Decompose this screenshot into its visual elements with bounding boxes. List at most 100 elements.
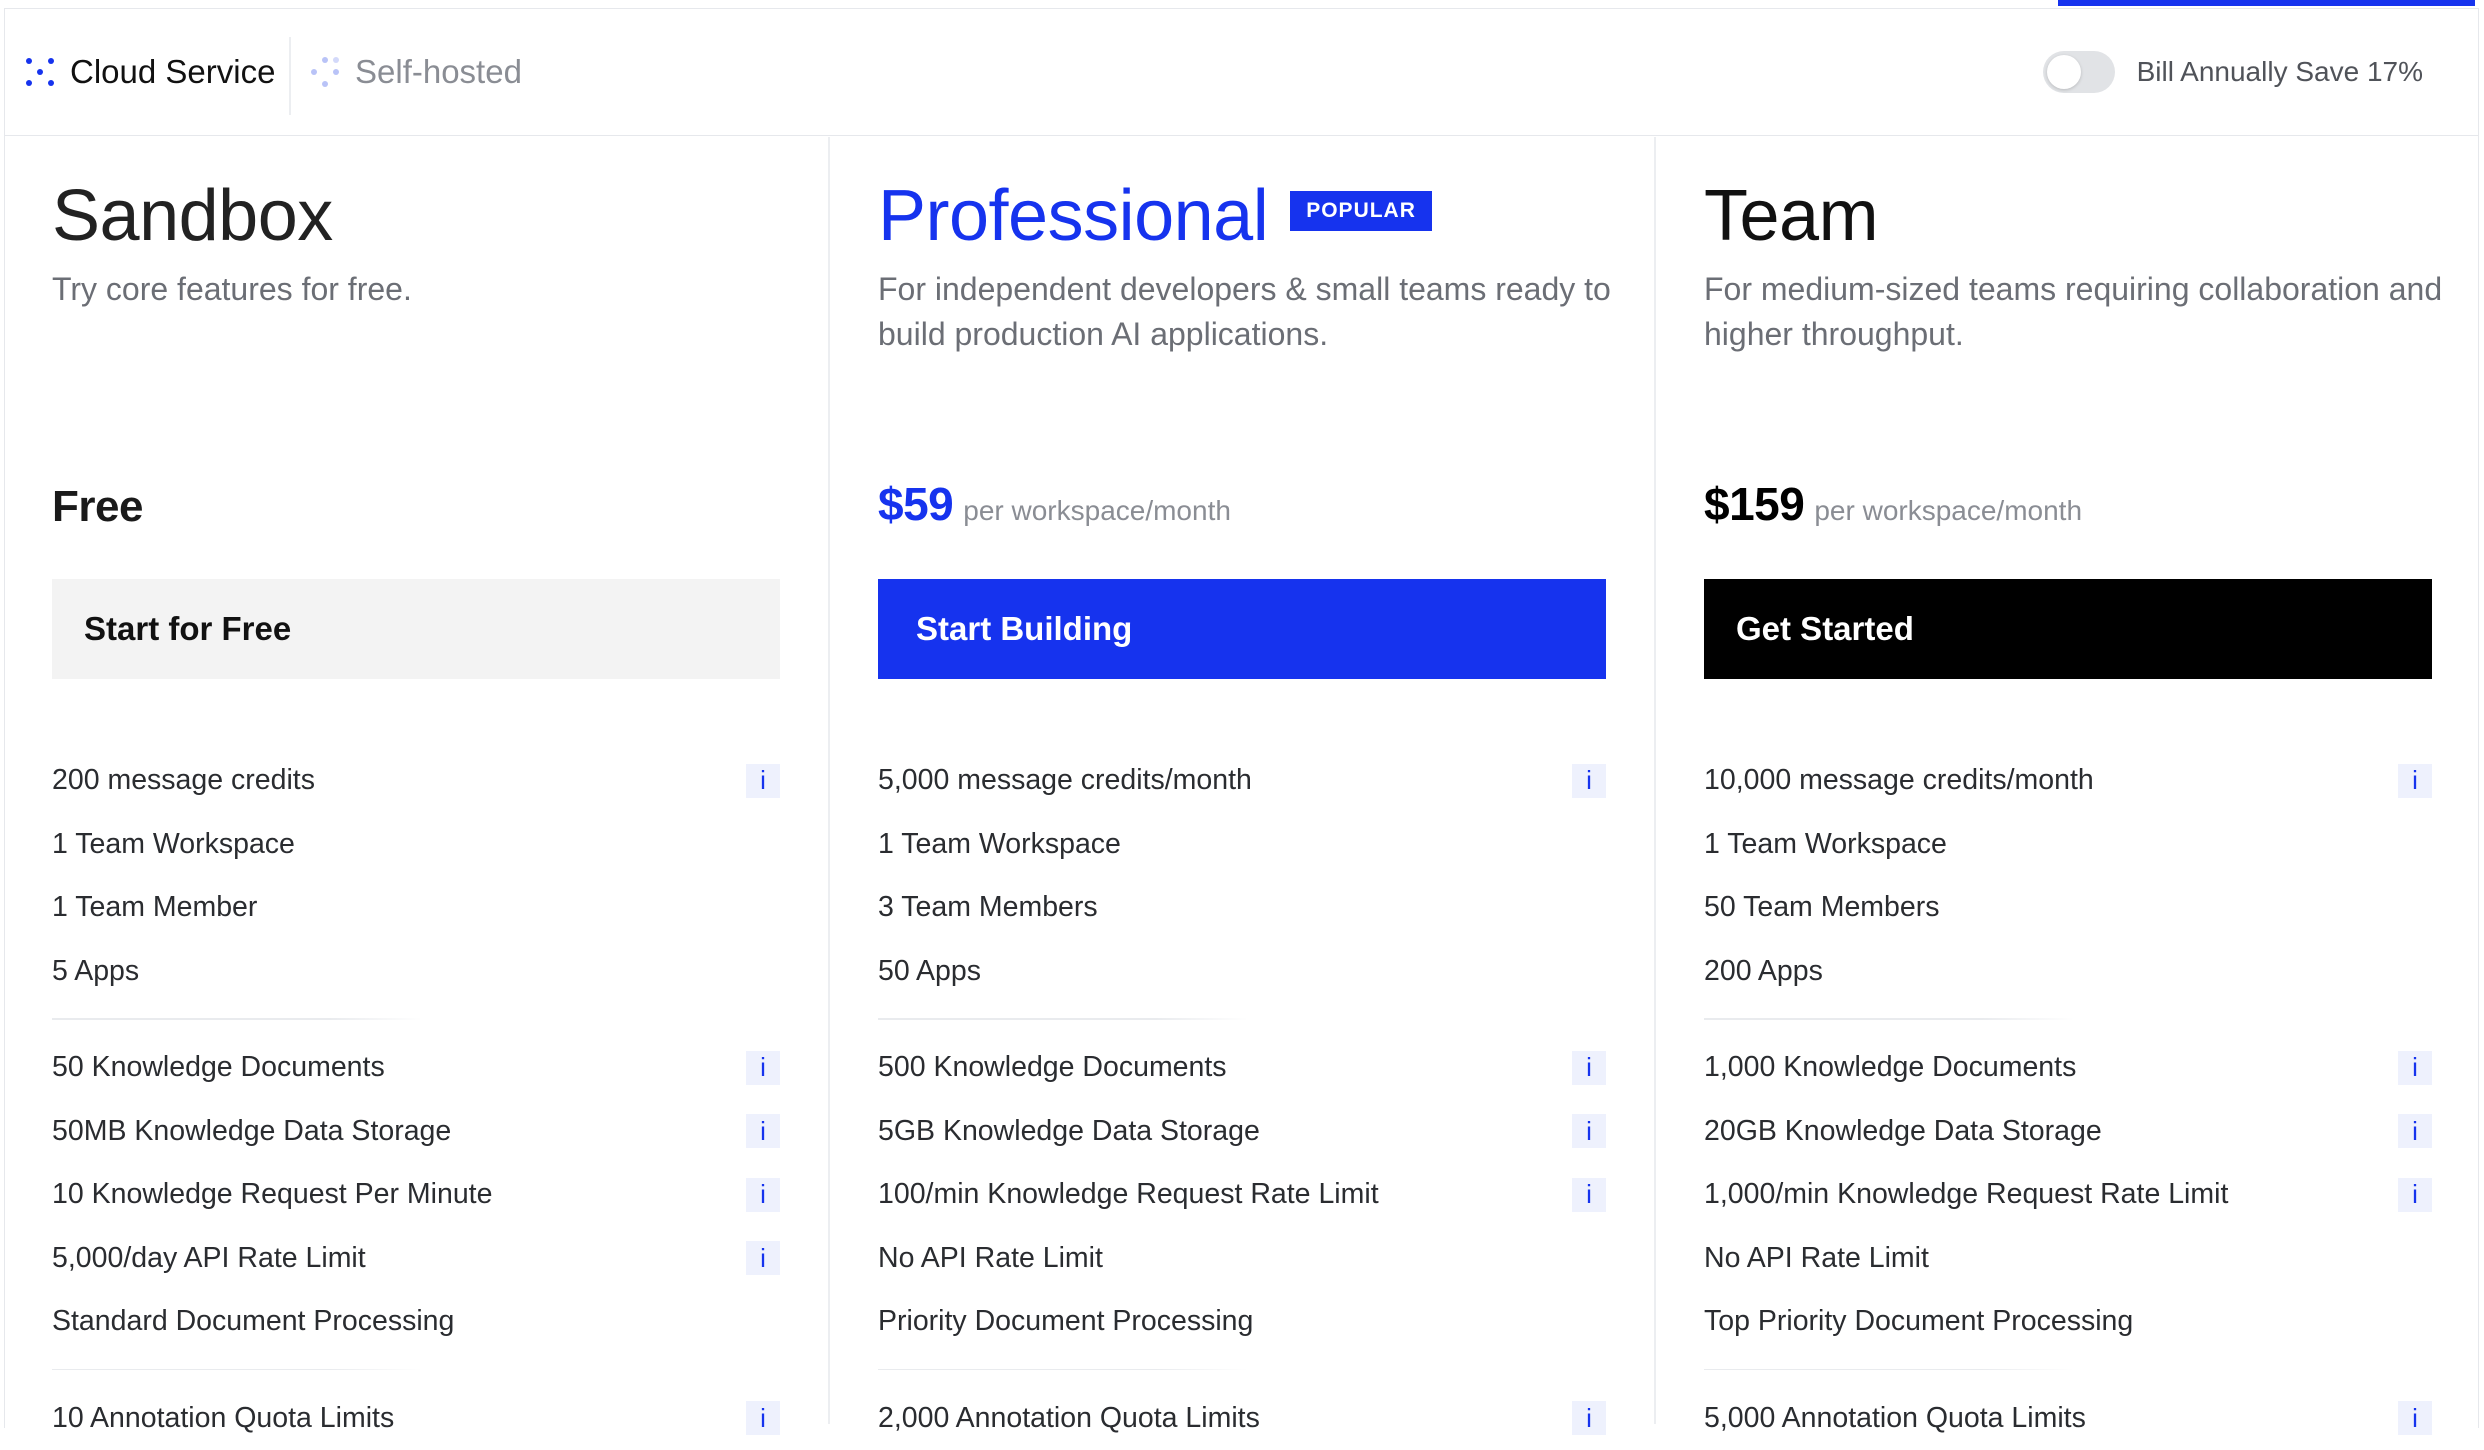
info-icon[interactable]: i [2398,1114,2432,1148]
server-dots-icon [309,56,341,88]
column-divider [1654,137,1656,1424]
feature-label: 50MB Knowledge Data Storage [52,1115,451,1148]
feature-item: 5,000 message credits/month i [878,749,1606,813]
info-icon[interactable]: i [746,1051,780,1085]
plan-card-sandbox: Sandbox Try core features for free. Free… [52,137,828,1424]
feature-label: Top Priority Document Processing [1704,1305,2133,1338]
feature-item: 10,000 message credits/month i [1704,749,2432,813]
feature-item: 200 message credits i [52,749,780,813]
feature-group-divider [1704,1354,2432,1387]
feature-item: 500 Knowledge Documents i [878,1036,1606,1100]
info-icon[interactable]: i [2398,1178,2432,1212]
cloud-dots-icon [24,56,56,88]
feature-label: 5,000/day API Rate Limit [52,1242,366,1275]
billing-toggle-group: Bill Annually Save 17% [2043,9,2423,135]
info-icon[interactable]: i [2398,1401,2432,1435]
feature-item: 20GB Knowledge Data Storage i [1704,1100,2432,1164]
feature-group-divider [878,1003,1606,1036]
tab-self-hosted[interactable]: Self-hosted [309,9,522,135]
plan-name: Sandbox [52,175,333,257]
feature-label: 1 Team Member [52,891,257,924]
plan-price: $59 [878,477,953,531]
feature-list: 200 message credits i 1 Team Workspace 1 Te… [52,749,780,1450]
bill-annually-toggle[interactable] [2043,51,2115,93]
active-indicator-bar [2058,0,2475,6]
info-icon[interactable]: i [746,1241,780,1275]
feature-item: 1,000/min Knowledge Request Rate Limit i [1704,1163,2432,1227]
feature-label: 20GB Knowledge Data Storage [1704,1115,2102,1148]
feature-label: 5 Apps [52,955,139,988]
info-icon[interactable]: i [2398,1051,2432,1085]
feature-label: 1,000/min Knowledge Request Rate Limit [1704,1178,2228,1211]
feature-item: 10 Annotation Quota Limitsi [52,1387,780,1450]
feature-item: 5,000/day API Rate Limit i [52,1227,780,1291]
feature-label: No API Rate Limit [878,1242,1103,1275]
info-icon[interactable]: i [1572,1178,1606,1212]
plan-card-professional: ProfessionalPOPULAR For independent deve… [878,137,1654,1424]
tab-cloud-label: Cloud Service [70,53,275,91]
feature-group-divider [878,1354,1606,1387]
info-icon[interactable]: i [746,1178,780,1212]
feature-label: 5,000 Annotation Quota Limits [1704,1402,2086,1435]
tab-cloud-service[interactable]: Cloud Service [24,9,275,135]
plan-description: For independent developers & small teams… [878,267,1638,357]
info-icon[interactable]: i [1572,1114,1606,1148]
feature-item: No API Rate Limit [878,1227,1606,1291]
tab-divider [289,37,291,115]
feature-list: 5,000 message credits/monthi1 Team Works… [878,749,1606,1450]
pricing-header: Cloud Service Self-hosted Bill Annually … [4,9,2479,136]
info-icon[interactable]: i [1572,764,1606,798]
feature-item: 5 Apps [52,940,780,1004]
feature-item: 1,000 Knowledge Documents i [1704,1036,2432,1100]
feature-label: Standard Document Processing [52,1305,454,1338]
bill-annually-label: Bill Annually Save 17% [2137,56,2423,88]
feature-item: 1 Team Member [52,876,780,940]
toggle-knob [2047,55,2081,89]
feature-label: No API Rate Limit [1704,1242,1929,1275]
feature-label: 500 Knowledge Documents [878,1051,1227,1084]
info-icon[interactable]: i [2398,764,2432,798]
feature-item: 5,000 Annotation Quota Limits i [1704,1387,2432,1450]
plan-description: Try core features for free. [52,267,812,312]
feature-label: Priority Document Processing [878,1305,1253,1338]
price-row: $159 per workspace/month [1704,477,2082,531]
info-icon[interactable]: i [746,1114,780,1148]
plan-name-row: ProfessionalPOPULAR [878,175,1432,257]
feature-label: 5GB Knowledge Data Storage [878,1115,1260,1148]
feature-label: 3 Team Members [878,891,1098,924]
column-divider [828,137,830,1424]
feature-label: 2,000 Annotation Quota Limits [878,1402,1260,1435]
feature-group-divider [52,1354,780,1387]
feature-label: 5,000 message credits/month [878,764,1252,797]
feature-item: Top Priority Document Processing [1704,1290,2432,1354]
start-for-free-button[interactable]: Start for Free [52,579,780,679]
info-icon[interactable]: i [746,764,780,798]
feature-item: 2,000 Annotation Quota Limits i [878,1387,1606,1450]
popular-badge: POPULAR [1290,191,1432,231]
feature-item: 200 Apps [1704,940,2432,1004]
tab-self-hosted-label: Self-hosted [355,53,522,91]
feature-label: 10,000 message credits/month [1704,764,2094,797]
feature-item: 100/min Knowledge Request Rate Limiti [878,1163,1606,1227]
start-building-button[interactable]: Start Building [878,579,1606,679]
feature-label: 1,000 Knowledge Documents [1704,1051,2076,1084]
feature-item: 10 Knowledge Request Per Minute i [52,1163,780,1227]
plan-price: $159 [1704,477,1804,531]
feature-group-divider [1704,1003,2432,1036]
feature-item: 50MB Knowledge Data Storage i [52,1100,780,1164]
info-icon[interactable]: i [1572,1051,1606,1085]
plan-price: Free [52,482,143,532]
get-started-button[interactable]: Get Started [1704,579,2432,679]
feature-item: 1 Team Workspace [52,813,780,877]
price-row: Free [52,482,143,532]
feature-label: 200 message credits [52,764,315,797]
feature-label: 200 Apps [1704,955,1823,988]
info-icon[interactable]: i [1572,1401,1606,1435]
info-icon[interactable]: i [746,1401,780,1435]
feature-item: 50 Team Members [1704,876,2432,940]
feature-label: 1 Team Workspace [1704,828,1947,861]
plan-description: For medium-sized teams requiring collabo… [1704,267,2464,357]
feature-list: 10,000 message credits/month i 1 Team Work… [1704,749,2432,1450]
feature-label: 10 Knowledge Request Per Minute [52,1178,492,1211]
plan-name: Team [1704,175,1878,257]
